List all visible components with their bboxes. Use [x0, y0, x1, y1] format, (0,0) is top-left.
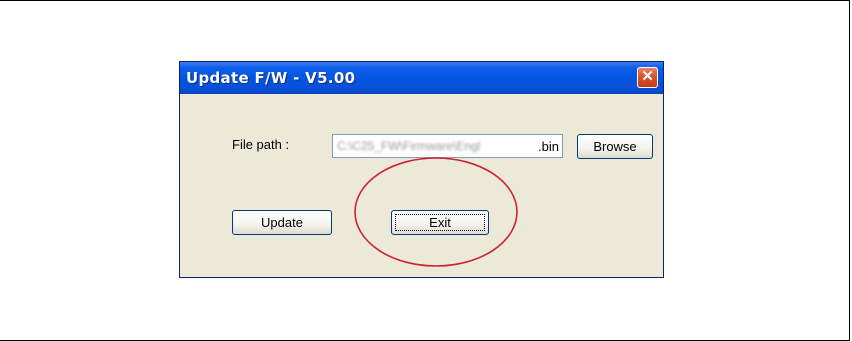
file-path-input[interactable]: C:\C25_FW\Firmware\Engl .bin — [332, 134, 563, 158]
file-path-obscured-text: C:\C25_FW\Firmware\Engl — [337, 139, 481, 153]
annotation-ellipse — [354, 157, 518, 267]
update-button[interactable]: Update — [232, 210, 332, 235]
dialog-title: Update F/W - V5.00 — [186, 69, 356, 87]
close-button[interactable]: ✕ — [637, 67, 658, 88]
browse-button-label: Browse — [593, 139, 637, 154]
file-path-label: File path : — [232, 137, 290, 152]
file-path-extension: .bin — [538, 139, 559, 154]
close-icon: ✕ — [641, 68, 654, 85]
title-bar[interactable]: Update F/W - V5.00 ✕ — [180, 62, 663, 94]
browse-button[interactable]: Browse — [577, 134, 653, 159]
update-button-label: Update — [261, 215, 303, 230]
